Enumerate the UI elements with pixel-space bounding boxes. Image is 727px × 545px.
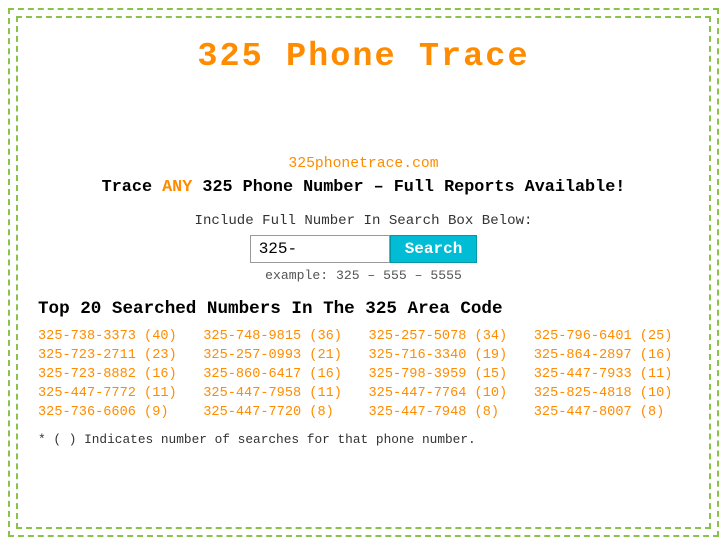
- tagline: Trace ANY 325 Phone Number – Full Report…: [38, 178, 689, 197]
- number-link[interactable]: 325-447-7720 (8): [203, 405, 358, 420]
- search-label: Include Full Number In Search Box Below:: [38, 213, 689, 229]
- top-numbers-heading: Top 20 Searched Numbers In The 325 Area …: [38, 299, 689, 319]
- number-link[interactable]: 325-736-6606 (9): [38, 405, 193, 420]
- number-link[interactable]: 325-798-3959 (15): [369, 367, 524, 382]
- search-row: Search: [38, 235, 689, 263]
- number-link[interactable]: 325-825-4818 (10): [534, 386, 689, 401]
- number-link[interactable]: 325-447-7764 (10): [369, 386, 524, 401]
- number-link[interactable]: 325-447-7933 (11): [534, 367, 689, 382]
- tagline-prefix: Trace: [102, 178, 162, 197]
- number-link[interactable]: 325-723-2711 (23): [38, 348, 193, 363]
- number-link[interactable]: 325-738-3373 (40): [38, 329, 193, 344]
- tagline-suffix: 325 Phone Number – Full Reports Availabl…: [192, 178, 625, 197]
- numbers-grid: 325-738-3373 (40) 325-748-9815 (36) 325-25…: [38, 329, 689, 420]
- number-link[interactable]: 325-447-8007 (8): [534, 405, 689, 420]
- number-link[interactable]: 325-864-2897 (16): [534, 348, 689, 363]
- search-section: Include Full Number In Search Box Below:…: [38, 213, 689, 283]
- footnote: * ( ) Indicates number of searches for t…: [38, 432, 689, 447]
- search-button[interactable]: Search: [390, 235, 478, 263]
- number-link[interactable]: 325-796-6401 (25): [534, 329, 689, 344]
- number-link[interactable]: 325-447-7958 (11): [203, 386, 358, 401]
- number-link[interactable]: 325-447-7948 (8): [369, 405, 524, 420]
- tagline-any: ANY: [162, 178, 192, 197]
- number-link[interactable]: 325-716-3340 (19): [369, 348, 524, 363]
- number-link[interactable]: 325-860-6417 (16): [203, 367, 358, 382]
- search-input[interactable]: [250, 235, 390, 263]
- number-link[interactable]: 325-257-5078 (34): [369, 329, 524, 344]
- number-link[interactable]: 325-257-0993 (21): [203, 348, 358, 363]
- page-title: 325 Phone Trace: [38, 38, 689, 76]
- search-example: example: 325 – 555 – 5555: [38, 268, 689, 283]
- number-link[interactable]: 325-723-8882 (16): [38, 367, 193, 382]
- number-link[interactable]: 325-447-7772 (11): [38, 386, 193, 401]
- site-url: 325phonetrace.com: [38, 156, 689, 172]
- number-link[interactable]: 325-748-9815 (36): [203, 329, 358, 344]
